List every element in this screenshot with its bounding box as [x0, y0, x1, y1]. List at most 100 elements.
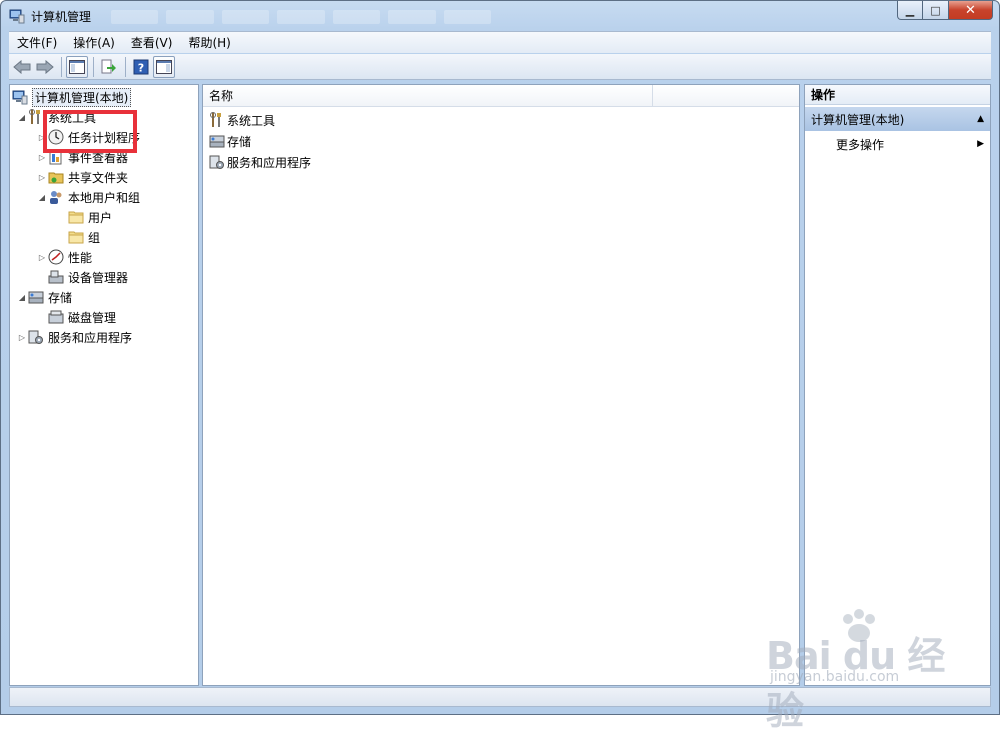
actions-pane: 操作 计算机管理(本地) ▲ 更多操作 ▶	[804, 84, 991, 686]
shared-folder-icon	[48, 169, 64, 185]
tree-item-label: 计算机管理(本地)	[32, 87, 132, 107]
expand-arrow-icon[interactable]: ▷	[36, 253, 48, 262]
tree-item-label: 本地用户和组	[68, 190, 141, 205]
tree-item-system-tools[interactable]: ◢ 系统工具	[16, 107, 96, 127]
tree-item-label: 服务和应用程序	[48, 330, 133, 345]
export-list-button[interactable]	[98, 56, 120, 78]
tree-item-label: 性能	[68, 250, 93, 265]
tree-item-label: 共享文件夹	[68, 170, 129, 185]
folder-icon	[68, 209, 84, 225]
tree-item-local-users-groups[interactable]: ◢ 本地用户和组	[36, 187, 140, 207]
actions-section-computer-management[interactable]: 计算机管理(本地) ▲	[805, 107, 990, 131]
window-title: 计算机管理	[31, 10, 92, 24]
users-group-icon	[48, 189, 64, 205]
storage-icon	[28, 289, 44, 305]
clock-icon	[48, 129, 64, 145]
tree-item-users[interactable]: 用户	[68, 207, 112, 227]
performance-icon	[48, 249, 64, 265]
more-actions-item[interactable]: 更多操作 ▶	[805, 133, 990, 155]
title-bar[interactable]: 计算机管理 ▁ □ ✕	[1, 1, 999, 31]
tree-item-device-manager[interactable]: 设备管理器	[36, 267, 128, 287]
collapse-arrow-icon[interactable]: ◢	[36, 193, 48, 202]
menu-help[interactable]: 帮助(H)	[180, 33, 238, 53]
list-item[interactable]: 系统工具	[209, 110, 275, 130]
tree-item-performance[interactable]: ▷ 性能	[36, 247, 92, 267]
list-header: 名称	[203, 85, 799, 107]
collapse-arrow-icon[interactable]: ◢	[16, 293, 28, 302]
console-tree-icon	[69, 59, 85, 74]
menu-view[interactable]: 查看(V)	[123, 33, 181, 53]
tree-item-label: 设备管理器	[68, 270, 129, 285]
expand-arrow-icon[interactable]: ▷	[36, 173, 48, 182]
maximize-icon: □	[930, 3, 941, 17]
menu-action[interactable]: 操作(A)	[65, 33, 123, 53]
collapse-arrow-icon[interactable]: ◢	[16, 113, 28, 122]
tree-item-shared-folders[interactable]: ▷ 共享文件夹	[36, 167, 128, 187]
tree-item-label: 任务计划程序	[68, 130, 141, 145]
tree-item-event-viewer[interactable]: ▷ 事件查看器	[36, 147, 128, 167]
help-button[interactable]: ?	[130, 56, 152, 78]
blurred-title-tabs	[111, 10, 491, 24]
expand-arrow-icon[interactable]: ▷	[36, 133, 48, 142]
services-icon	[209, 154, 225, 170]
column-header-name[interactable]: 名称	[203, 85, 653, 107]
minimize-button[interactable]: ▁	[897, 1, 923, 20]
device-manager-icon	[48, 269, 64, 285]
tree-item-label: 事件查看器	[68, 150, 129, 165]
back-button[interactable]	[11, 56, 33, 78]
storage-icon	[209, 133, 225, 149]
tools-icon	[209, 112, 225, 128]
forward-button[interactable]	[34, 56, 56, 78]
list-item-label: 存储	[227, 134, 252, 149]
list-item[interactable]: 存储	[209, 131, 251, 151]
status-bar	[9, 687, 991, 707]
folder-icon	[68, 229, 84, 245]
tree-item-label: 存储	[48, 290, 73, 305]
svg-text:?: ?	[138, 61, 144, 74]
action-pane-icon	[156, 59, 172, 74]
tree-item-services-apps[interactable]: ▷ 服务和应用程序	[16, 327, 132, 347]
details-pane[interactable]: 名称 系统工具 存储 服务和应用程序	[202, 84, 800, 686]
tree-item-label: 用户	[88, 210, 113, 225]
app-window: 计算机管理 ▁ □ ✕ 文件(F) 操作(A) 查看(V) 帮助(H) ? 计算…	[0, 0, 1000, 733]
close-button[interactable]: ✕	[949, 1, 993, 20]
tree-item-label: 系统工具	[48, 110, 97, 125]
tree-item-disk-management[interactable]: 磁盘管理	[36, 307, 116, 327]
toolbar-separator	[93, 56, 94, 77]
console-tree-pane[interactable]: 计算机管理(本地) ◢ 系统工具 ▷ 任务计划程序 ▷ 事件查看器 ▷ 共享文件…	[9, 84, 199, 686]
computer-management-icon	[9, 8, 25, 24]
export-icon	[101, 59, 116, 73]
column-header-empty	[653, 85, 799, 107]
list-item-label: 系统工具	[227, 113, 276, 128]
toolbar: ?	[9, 54, 991, 80]
tree-item-storage[interactable]: ◢ 存储	[16, 287, 72, 307]
more-actions-label: 更多操作	[836, 137, 885, 152]
menu-file[interactable]: 文件(F)	[9, 33, 65, 53]
toolbar-separator	[125, 56, 126, 77]
tree-item-task-scheduler[interactable]: ▷ 任务计划程序	[36, 127, 140, 147]
event-viewer-icon	[48, 149, 64, 165]
minimize-icon: ▁	[905, 3, 915, 17]
actions-section-label: 计算机管理(本地)	[811, 112, 905, 127]
list-item[interactable]: 服务和应用程序	[209, 152, 311, 172]
services-icon	[28, 329, 44, 345]
collapse-up-icon[interactable]: ▲	[977, 114, 984, 124]
close-icon: ✕	[965, 2, 976, 18]
list-item-label: 服务和应用程序	[227, 155, 312, 170]
help-icon: ?	[133, 59, 149, 74]
actions-header: 操作	[805, 85, 990, 105]
computer-management-icon	[12, 89, 28, 105]
tools-icon	[28, 109, 44, 125]
tree-item-label: 组	[88, 230, 101, 245]
tree-item-groups[interactable]: 组	[68, 227, 100, 247]
show-hide-tree-button[interactable]	[66, 55, 88, 78]
show-hide-action-pane-button[interactable]	[153, 55, 175, 78]
expand-arrow-icon[interactable]: ▷	[16, 333, 28, 342]
maximize-button[interactable]: □	[923, 1, 949, 20]
toolbar-separator	[61, 56, 62, 77]
caption-buttons: ▁ □ ✕	[897, 1, 993, 20]
forward-arrow-icon	[36, 59, 54, 74]
tree-item-root[interactable]: 计算机管理(本地)	[12, 87, 132, 107]
back-arrow-icon	[13, 59, 31, 74]
expand-arrow-icon[interactable]: ▷	[36, 153, 48, 162]
